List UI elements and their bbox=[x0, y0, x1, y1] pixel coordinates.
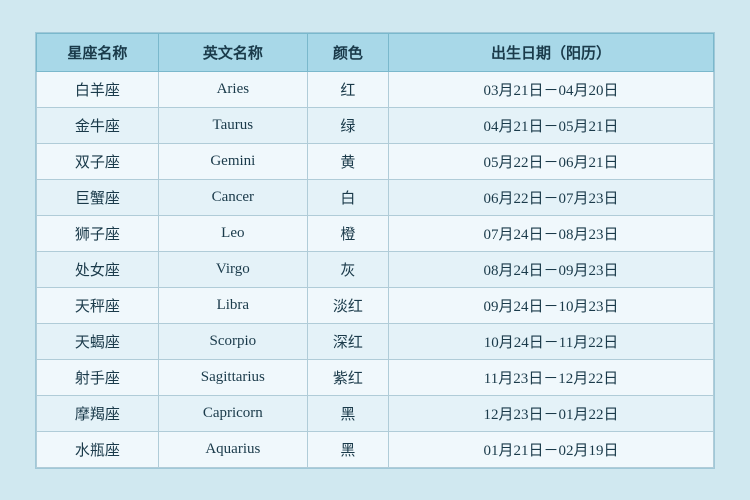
cell-english: Scorpio bbox=[158, 323, 307, 359]
cell-date: 01月21日－02月19日 bbox=[389, 431, 714, 467]
cell-english: Capricorn bbox=[158, 395, 307, 431]
header-english: 英文名称 bbox=[158, 33, 307, 71]
cell-english: Cancer bbox=[158, 179, 307, 215]
cell-color: 淡红 bbox=[307, 287, 388, 323]
table-row: 金牛座Taurus绿04月21日－05月21日 bbox=[37, 107, 714, 143]
cell-date: 05月22日－06月21日 bbox=[389, 143, 714, 179]
cell-chinese: 天蝎座 bbox=[37, 323, 159, 359]
cell-color: 黑 bbox=[307, 431, 388, 467]
table-row: 处女座Virgo灰08月24日－09月23日 bbox=[37, 251, 714, 287]
table-row: 射手座Sagittarius紫红11月23日－12月22日 bbox=[37, 359, 714, 395]
table-row: 巨蟹座Cancer白06月22日－07月23日 bbox=[37, 179, 714, 215]
cell-color: 黑 bbox=[307, 395, 388, 431]
cell-date: 09月24日－10月23日 bbox=[389, 287, 714, 323]
header-date: 出生日期（阳历） bbox=[389, 33, 714, 71]
cell-color: 橙 bbox=[307, 215, 388, 251]
cell-chinese: 天秤座 bbox=[37, 287, 159, 323]
cell-color: 绿 bbox=[307, 107, 388, 143]
cell-color: 灰 bbox=[307, 251, 388, 287]
cell-chinese: 狮子座 bbox=[37, 215, 159, 251]
cell-date: 11月23日－12月22日 bbox=[389, 359, 714, 395]
table-row: 白羊座Aries红03月21日－04月20日 bbox=[37, 71, 714, 107]
table-row: 双子座Gemini黄05月22日－06月21日 bbox=[37, 143, 714, 179]
cell-english: Sagittarius bbox=[158, 359, 307, 395]
cell-english: Virgo bbox=[158, 251, 307, 287]
cell-date: 12月23日－01月22日 bbox=[389, 395, 714, 431]
cell-chinese: 水瓶座 bbox=[37, 431, 159, 467]
table-row: 水瓶座Aquarius黑01月21日－02月19日 bbox=[37, 431, 714, 467]
cell-date: 03月21日－04月20日 bbox=[389, 71, 714, 107]
cell-chinese: 金牛座 bbox=[37, 107, 159, 143]
cell-color: 红 bbox=[307, 71, 388, 107]
cell-english: Aquarius bbox=[158, 431, 307, 467]
header-color: 颜色 bbox=[307, 33, 388, 71]
cell-english: Leo bbox=[158, 215, 307, 251]
cell-date: 07月24日－08月23日 bbox=[389, 215, 714, 251]
table-row: 摩羯座Capricorn黑12月23日－01月22日 bbox=[37, 395, 714, 431]
cell-chinese: 巨蟹座 bbox=[37, 179, 159, 215]
cell-chinese: 白羊座 bbox=[37, 71, 159, 107]
cell-color: 紫红 bbox=[307, 359, 388, 395]
cell-english: Gemini bbox=[158, 143, 307, 179]
cell-chinese: 射手座 bbox=[37, 359, 159, 395]
cell-color: 深红 bbox=[307, 323, 388, 359]
zodiac-table: 星座名称 英文名称 颜色 出生日期（阳历） 白羊座Aries红03月21日－04… bbox=[35, 32, 715, 469]
cell-date: 10月24日－11月22日 bbox=[389, 323, 714, 359]
cell-english: Libra bbox=[158, 287, 307, 323]
cell-chinese: 双子座 bbox=[37, 143, 159, 179]
cell-color: 白 bbox=[307, 179, 388, 215]
table-row: 天蝎座Scorpio深红10月24日－11月22日 bbox=[37, 323, 714, 359]
cell-english: Aries bbox=[158, 71, 307, 107]
cell-english: Taurus bbox=[158, 107, 307, 143]
cell-chinese: 处女座 bbox=[37, 251, 159, 287]
cell-date: 04月21日－05月21日 bbox=[389, 107, 714, 143]
table-row: 天秤座Libra淡红09月24日－10月23日 bbox=[37, 287, 714, 323]
cell-color: 黄 bbox=[307, 143, 388, 179]
cell-date: 06月22日－07月23日 bbox=[389, 179, 714, 215]
cell-date: 08月24日－09月23日 bbox=[389, 251, 714, 287]
table-row: 狮子座Leo橙07月24日－08月23日 bbox=[37, 215, 714, 251]
cell-chinese: 摩羯座 bbox=[37, 395, 159, 431]
header-chinese: 星座名称 bbox=[37, 33, 159, 71]
table-header-row: 星座名称 英文名称 颜色 出生日期（阳历） bbox=[37, 33, 714, 71]
